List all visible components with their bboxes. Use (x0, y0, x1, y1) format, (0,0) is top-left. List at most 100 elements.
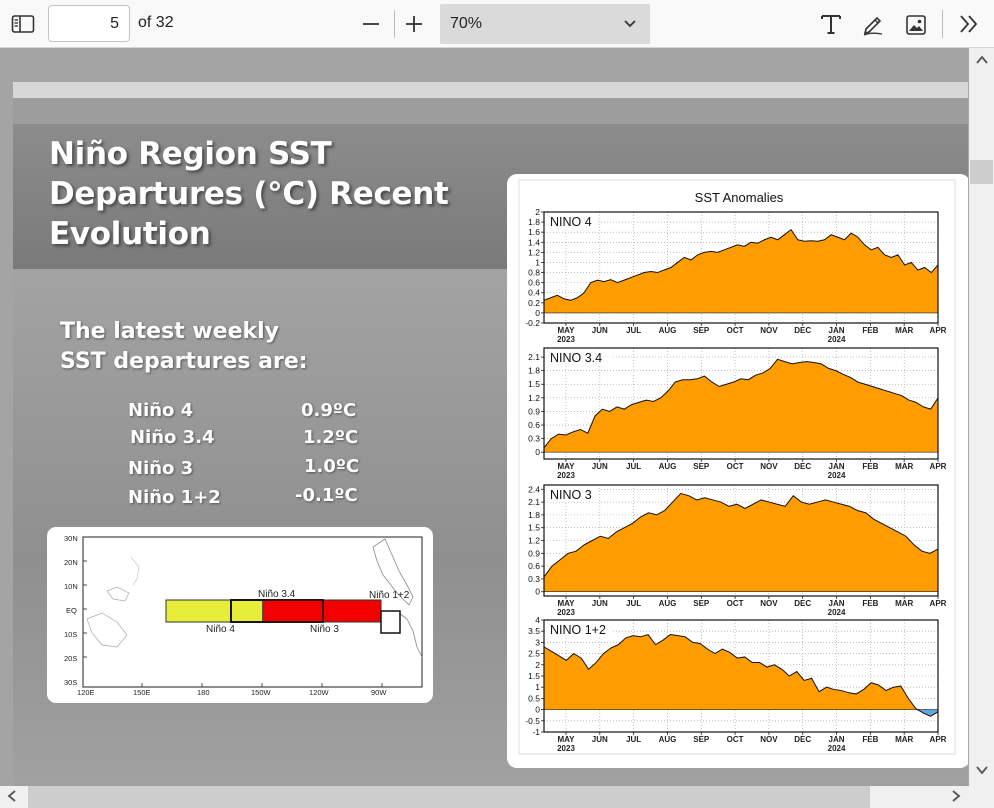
slide-title: Niño Region SST Departures (°C) Recent E… (49, 134, 469, 254)
y-tick-label: 1.5 (528, 379, 540, 389)
panel-label: NINO 1+2 (550, 623, 606, 637)
toolbar-divider (942, 10, 943, 38)
x-tick-label: DEC (794, 599, 811, 608)
x-tick-label: APR (930, 326, 947, 335)
y-tick-label: 0.6 (528, 561, 540, 571)
zoom-in-icon[interactable] (403, 13, 425, 35)
horizontal-scroll-thumb[interactable] (28, 786, 870, 808)
pdf-toolbar: of 32 70% (0, 0, 994, 48)
x-tick-label: NOV (760, 735, 778, 744)
x-tick-label: AUG (659, 599, 677, 608)
map-figure: Niño 3.4 Niño 1+2 Niño 4 Niño 3 30N 20N … (64, 534, 423, 697)
x-tick-label: OCT (727, 735, 744, 744)
x-tick-label: FEB (862, 462, 878, 471)
x-tick-label: FEB (862, 326, 878, 335)
y-tick-label: 0.2 (528, 298, 540, 308)
x-tick-label: SEP (693, 462, 710, 471)
page-number-input[interactable] (48, 5, 130, 42)
x-tick-label: JAN (829, 462, 845, 471)
y-tick-label: 2.4 (528, 484, 540, 494)
region-label-nino4: Niño 4 (206, 624, 235, 635)
x-tick-label: SEP (693, 735, 710, 744)
y-tick-label: 0.3 (528, 574, 540, 584)
sidebar-toggle-icon[interactable] (10, 13, 36, 35)
sst-anomalies-chart: SST Anomalies-0.200.20.40.60.811.21.41.6… (518, 179, 956, 755)
y-tick-label: 2 (535, 660, 540, 670)
draw-icon[interactable] (860, 11, 886, 37)
departure-value: -0.1ºC (295, 485, 358, 506)
x-tick-label: JUL (626, 462, 641, 471)
y-tick-label: 0.9 (528, 406, 540, 416)
y-tick-label: -0.2 (525, 318, 540, 328)
lat-label: 20N (64, 558, 78, 567)
slide-top-strip (13, 98, 968, 124)
x-tick-label: JUN (592, 326, 608, 335)
slide-title-line: Niño Region SST (49, 136, 332, 172)
zoom-select[interactable]: 70% (440, 4, 650, 44)
y-tick-label: 3.5 (528, 626, 540, 636)
x-tick-label: DEC (794, 735, 811, 744)
page-count-label: of 32 (138, 14, 174, 31)
lon-label: 90W (371, 688, 387, 697)
document-viewer[interactable]: Niño Region SST Departures (°C) Recent E… (0, 48, 994, 808)
lon-label: 150E (133, 688, 151, 697)
y-tick-label: -1 (532, 727, 540, 737)
x-tick-label: JUN (592, 599, 608, 608)
text-tool-icon[interactable] (818, 11, 844, 37)
more-tools-icon[interactable] (956, 12, 982, 36)
region-label-nino3: Niño 3 (310, 624, 339, 635)
departure-region: Niño 3 (128, 458, 194, 479)
y-tick-label: 1 (535, 257, 540, 267)
previous-page-bottom (13, 48, 968, 82)
x-tick-label: JAN (829, 326, 845, 335)
x-tick-label: APR (930, 735, 947, 744)
y-tick-label: 0 (535, 308, 540, 318)
scroll-left-icon[interactable] (6, 789, 18, 806)
y-tick-label: 0.9 (528, 548, 540, 558)
y-tick-label: 0 (535, 447, 540, 457)
y-tick-label: 1.5 (528, 671, 540, 681)
x-year-label: 2023 (557, 608, 575, 617)
x-tick-label: MAY (557, 599, 575, 608)
vertical-scrollbar[interactable] (969, 48, 994, 786)
x-tick-label: FEB (862, 735, 878, 744)
lon-label: 120E (77, 688, 95, 697)
x-tick-label: OCT (727, 326, 744, 335)
scroll-right-icon[interactable] (950, 789, 962, 806)
x-tick-label: SEP (693, 326, 710, 335)
x-tick-label: MAR (895, 462, 913, 471)
y-tick-label: 4 (535, 615, 540, 625)
y-tick-label: 1 (535, 682, 540, 692)
y-tick-label: 3 (535, 637, 540, 647)
lat-label: 20S (64, 654, 77, 663)
panel-label: NINO 4 (550, 215, 592, 229)
x-tick-label: MAR (895, 735, 913, 744)
scroll-down-icon[interactable] (975, 763, 989, 779)
x-tick-label: JAN (829, 735, 845, 744)
zoom-out-icon[interactable] (360, 13, 382, 35)
y-tick-label: 1.5 (528, 523, 540, 533)
lat-label: 10N (64, 582, 78, 591)
lat-label: EQ (66, 606, 77, 615)
x-tick-label: JUN (592, 462, 608, 471)
x-year-label: 2024 (828, 744, 846, 753)
y-tick-label: 1.2 (528, 393, 540, 403)
chevron-down-icon (623, 17, 637, 36)
scroll-up-icon[interactable] (975, 53, 989, 69)
slide-subtitle: The latest weekly SST departures are: (60, 317, 308, 377)
x-year-label: 2023 (557, 471, 575, 480)
x-tick-label: MAY (557, 735, 575, 744)
image-icon[interactable] (903, 12, 929, 38)
x-tick-label: OCT (727, 599, 744, 608)
chart-title: SST Anomalies (695, 190, 784, 205)
y-tick-label: 0.8 (528, 268, 540, 278)
departure-region: Niño 3.4 (130, 427, 215, 448)
slide-title-line: Evolution (49, 216, 211, 252)
lat-label: 30N (64, 534, 78, 543)
sst-anomalies-card: SST Anomalies -0.2 0 0.2 0.4 0.6 0.8 1 1.2 1.4 1.6… (507, 174, 968, 768)
departure-value: 1.2ºC (303, 427, 359, 448)
x-year-label: 2024 (828, 608, 846, 617)
x-tick-label: NOV (760, 599, 778, 608)
vertical-scroll-thumb[interactable] (970, 160, 993, 184)
x-tick-label: NOV (760, 326, 778, 335)
